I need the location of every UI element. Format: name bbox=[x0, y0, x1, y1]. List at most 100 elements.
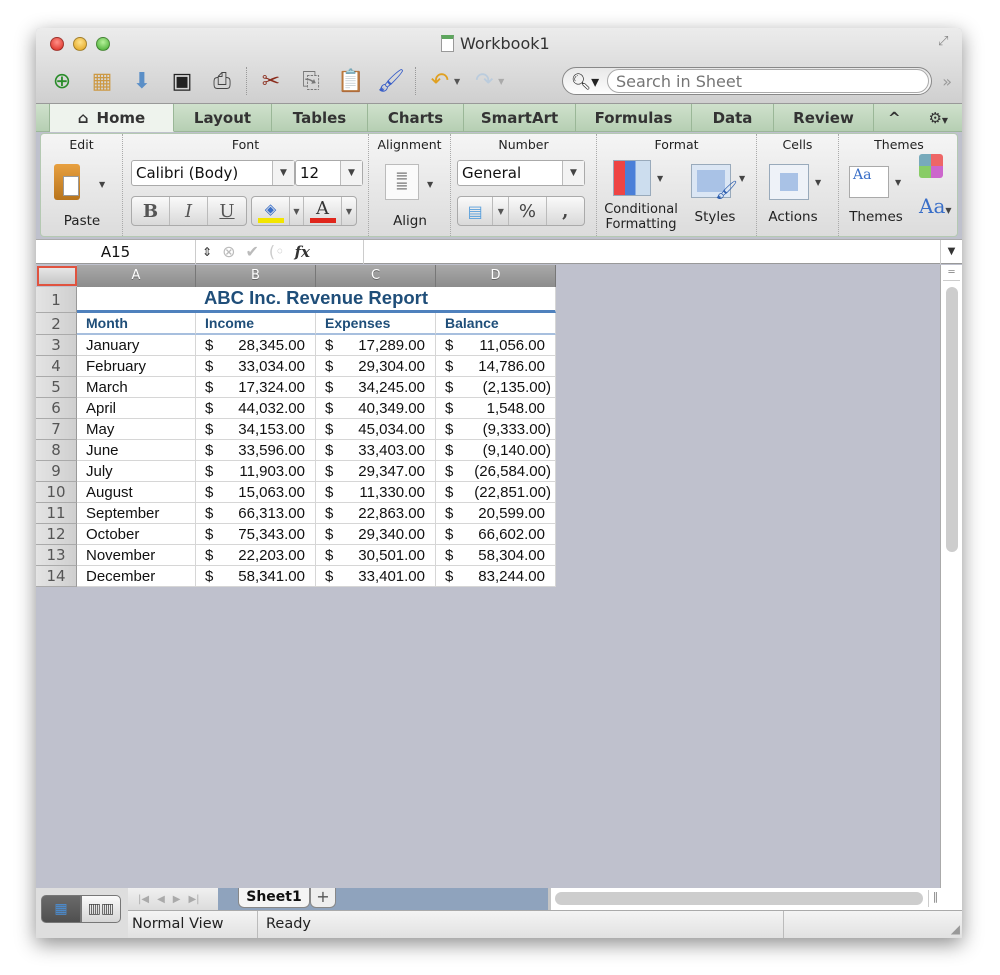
horizontal-scrollbar[interactable]: ‖ bbox=[548, 888, 962, 910]
add-sheet-button[interactable]: + bbox=[310, 888, 336, 908]
save-button[interactable]: ▣ bbox=[162, 65, 202, 97]
toolbar-overflow-icon[interactable]: » bbox=[942, 72, 952, 91]
fullscreen-icon[interactable]: ⤢ bbox=[938, 34, 954, 50]
balance-cell[interactable]: $58,304.00 bbox=[436, 545, 556, 566]
balance-cell[interactable]: $ (9,333.00) bbox=[436, 419, 556, 440]
chevron-down-icon[interactable]: ▼ bbox=[272, 161, 294, 185]
month-cell[interactable]: October bbox=[77, 524, 196, 545]
income-cell[interactable]: $75,343.00 bbox=[196, 524, 316, 545]
search-icon[interactable]: 🔍︎▾ bbox=[563, 72, 607, 91]
actions-button[interactable]: ▼ Actions bbox=[761, 156, 835, 236]
column-header-a[interactable]: A bbox=[77, 265, 196, 287]
income-cell[interactable]: $33,034.00 bbox=[196, 356, 316, 377]
month-cell[interactable]: May bbox=[77, 419, 196, 440]
last-sheet-icon[interactable]: ▶| bbox=[188, 894, 199, 905]
horizontal-scroll-thumb[interactable] bbox=[555, 892, 923, 905]
conditional-formatting-button[interactable]: ▼ Conditional Formatting bbox=[599, 156, 683, 236]
theme-colors-button[interactable] bbox=[919, 154, 955, 184]
font-size-select[interactable]: 12 ▼ bbox=[295, 160, 363, 186]
month-cell[interactable]: August bbox=[77, 482, 196, 503]
row-header[interactable]: 6 bbox=[36, 398, 77, 419]
paste-button[interactable]: 📋 bbox=[331, 65, 371, 97]
month-cell[interactable]: July bbox=[77, 461, 196, 482]
tab-tables[interactable]: Tables bbox=[272, 104, 368, 132]
column-label-balance[interactable]: Balance bbox=[436, 313, 556, 335]
income-cell[interactable]: $17,324.00 bbox=[196, 377, 316, 398]
gear-icon[interactable]: ⚙▼ bbox=[928, 109, 948, 127]
styles-button[interactable]: 🖌 ▼ Styles bbox=[685, 156, 753, 236]
row-header[interactable]: 13 bbox=[36, 545, 77, 566]
tab-layout[interactable]: Layout bbox=[174, 104, 272, 132]
tab-formulas[interactable]: Formulas bbox=[576, 104, 692, 132]
paste-ribbon-button[interactable]: ▼ Paste bbox=[49, 158, 115, 232]
expenses-cell[interactable]: $33,401.00 bbox=[316, 566, 436, 587]
column-label-expenses[interactable]: Expenses bbox=[316, 313, 436, 335]
balance-cell[interactable]: $ (9,140.00) bbox=[436, 440, 556, 461]
income-cell[interactable]: $66,313.00 bbox=[196, 503, 316, 524]
balance-cell[interactable]: $11,056.00 bbox=[436, 335, 556, 356]
column-header-c[interactable]: C bbox=[316, 265, 436, 287]
currency-dropdown-icon[interactable]: ▼ bbox=[493, 197, 510, 225]
month-cell[interactable]: December bbox=[77, 566, 196, 587]
new-workbook-button[interactable]: ⊕ bbox=[42, 65, 82, 97]
sheet-tab[interactable]: Sheet1 bbox=[238, 888, 310, 908]
row-header[interactable]: 7 bbox=[36, 419, 77, 440]
row-header[interactable]: 1 bbox=[36, 287, 77, 313]
search-input[interactable] bbox=[607, 69, 929, 93]
align-dropdown-icon[interactable]: ▼ bbox=[427, 180, 433, 189]
formula-input[interactable] bbox=[364, 240, 940, 264]
expenses-cell[interactable]: $33,403.00 bbox=[316, 440, 436, 461]
income-cell[interactable]: $44,032.00 bbox=[196, 398, 316, 419]
report-title-cell[interactable]: ABC Inc. Revenue Report bbox=[77, 287, 556, 313]
minimize-window-button[interactable] bbox=[73, 37, 87, 51]
print-button[interactable]: ⎙ bbox=[202, 65, 242, 97]
balance-cell[interactable]: $ (26,584.00) bbox=[436, 461, 556, 482]
workbook-gallery-button[interactable]: ▦ bbox=[82, 65, 122, 97]
month-cell[interactable]: April bbox=[77, 398, 196, 419]
income-cell[interactable]: $33,596.00 bbox=[196, 440, 316, 461]
select-all-button[interactable] bbox=[37, 266, 77, 286]
expenses-cell[interactable]: $29,340.00 bbox=[316, 524, 436, 545]
expenses-cell[interactable]: $40,349.00 bbox=[316, 398, 436, 419]
comma-style-button[interactable]: , bbox=[547, 197, 584, 225]
month-cell[interactable]: June bbox=[77, 440, 196, 461]
tab-data[interactable]: Data bbox=[692, 104, 774, 132]
highlight-color-button[interactable]: ◈ bbox=[252, 197, 290, 225]
expenses-cell[interactable]: $45,034.00 bbox=[316, 419, 436, 440]
zoom-window-button[interactable] bbox=[96, 37, 110, 51]
row-header[interactable]: 14 bbox=[36, 566, 77, 587]
chevron-down-icon[interactable]: ▼ bbox=[562, 161, 584, 185]
column-label-income[interactable]: Income bbox=[196, 313, 316, 335]
percent-button[interactable]: % bbox=[509, 197, 547, 225]
close-window-button[interactable] bbox=[50, 37, 64, 51]
row-header[interactable]: 11 bbox=[36, 503, 77, 524]
themes-dropdown-icon[interactable]: ▼ bbox=[895, 178, 901, 187]
vertical-scrollbar[interactable]: ═ bbox=[940, 265, 962, 888]
tab-charts[interactable]: Charts bbox=[368, 104, 464, 132]
month-cell[interactable]: February bbox=[77, 356, 196, 377]
month-cell[interactable]: September bbox=[77, 503, 196, 524]
expenses-cell[interactable]: $11,330.00 bbox=[316, 482, 436, 503]
row-header[interactable]: 12 bbox=[36, 524, 77, 545]
column-label-month[interactable]: Month bbox=[77, 313, 196, 335]
normal-view-button[interactable]: ▦ bbox=[41, 895, 81, 923]
actions-dropdown-icon[interactable]: ▼ bbox=[815, 178, 821, 187]
font-name-select[interactable]: Calibri (Body) ▼ bbox=[131, 160, 295, 186]
next-sheet-icon[interactable]: ▶ bbox=[173, 894, 181, 905]
align-button[interactable]: ≡ ≡ ▼ Align bbox=[377, 160, 443, 232]
income-cell[interactable]: $34,153.00 bbox=[196, 419, 316, 440]
font-color-dropdown-icon[interactable]: ▼ bbox=[342, 197, 356, 225]
underline-button[interactable]: U bbox=[208, 197, 246, 225]
vertical-scroll-thumb[interactable] bbox=[946, 287, 958, 552]
row-header[interactable]: 9 bbox=[36, 461, 77, 482]
expenses-cell[interactable]: $17,289.00 bbox=[316, 335, 436, 356]
name-box[interactable]: A15 bbox=[36, 239, 196, 264]
resize-grip-icon[interactable]: ◢ bbox=[951, 922, 960, 936]
balance-cell[interactable]: $14,786.00 bbox=[436, 356, 556, 377]
collapse-ribbon-icon[interactable]: ^ bbox=[888, 109, 901, 127]
format-painter-button[interactable]: 🖌 bbox=[371, 65, 411, 97]
tab-home[interactable]: ⌂ Home bbox=[50, 104, 174, 132]
cancel-formula-icon[interactable]: ⊗ bbox=[222, 242, 235, 261]
theme-fonts-button[interactable]: Aa▼ bbox=[919, 194, 957, 224]
highlight-dropdown-icon[interactable]: ▼ bbox=[290, 197, 304, 225]
